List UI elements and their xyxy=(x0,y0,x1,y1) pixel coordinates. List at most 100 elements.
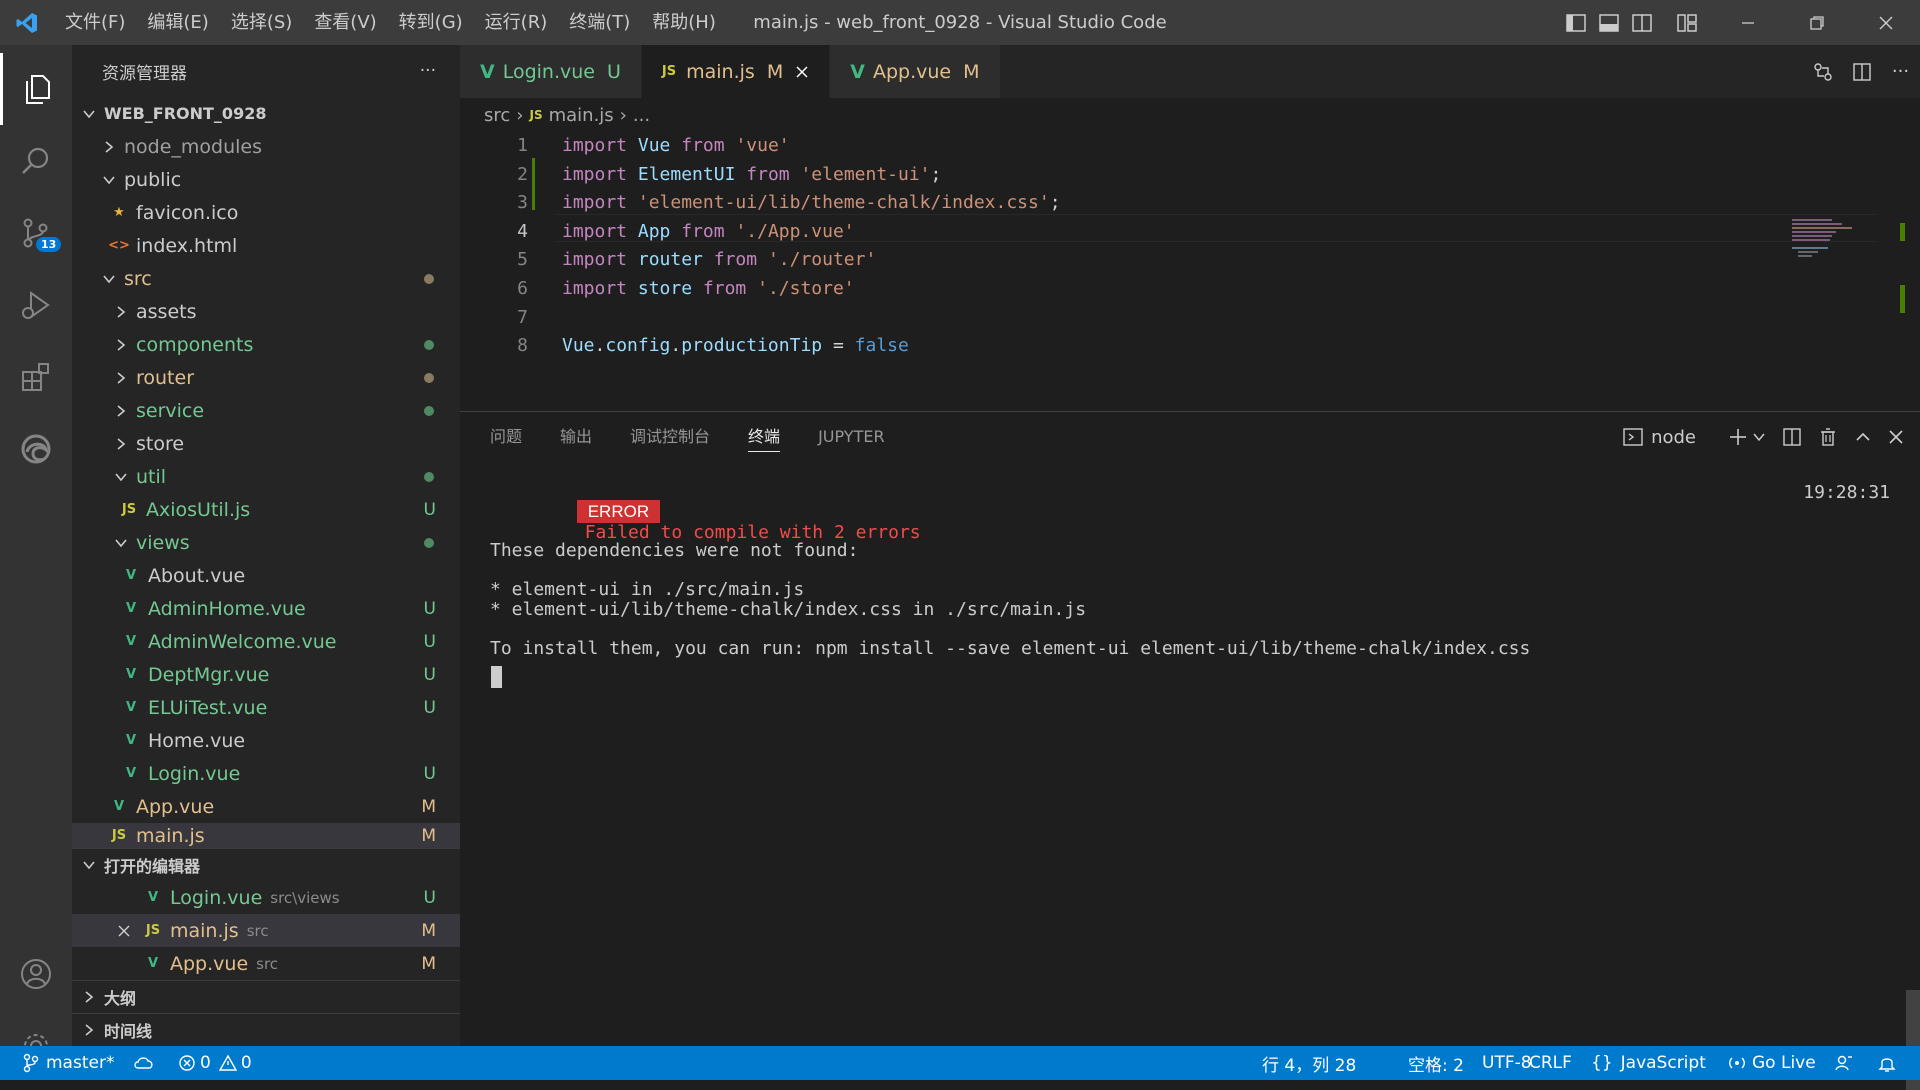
chevron-right-icon xyxy=(100,140,118,154)
toggle-sidebar-icon[interactable] xyxy=(1559,0,1592,45)
split-terminal-icon[interactable] xyxy=(1782,427,1802,447)
close-icon[interactable] xyxy=(112,924,136,938)
problems-indicator[interactable]: 0 0 xyxy=(178,1046,252,1080)
tree-file-deptmgr[interactable]: V DeptMgr.vue U xyxy=(72,658,460,691)
accounts-icon[interactable] xyxy=(1834,1046,1854,1080)
code-editor[interactable]: 1 2 3 4 5 6 7 8 import Vue from 'vue' im… xyxy=(460,130,1920,410)
go-live-button[interactable]: Go Live xyxy=(1728,1046,1816,1080)
extensions-icon[interactable] xyxy=(0,341,72,413)
tree-folder-components[interactable]: components xyxy=(72,328,460,361)
toggle-panel-icon[interactable] xyxy=(1592,0,1625,45)
tree-label: store xyxy=(136,432,185,455)
tree-file-adminwelcome[interactable]: V AdminWelcome.vue U xyxy=(72,625,460,658)
tab-terminal[interactable]: 终端 xyxy=(748,412,781,462)
encoding[interactable]: UTF-8 xyxy=(1482,1046,1532,1080)
tree-file-login[interactable]: V Login.vue U xyxy=(72,757,460,790)
menu-go[interactable]: 转到(G) xyxy=(388,0,474,45)
chevron-right-icon xyxy=(80,1023,98,1037)
code-line: Vue.config.productionTip = false xyxy=(562,335,909,356)
open-editor-login[interactable]: V Login.vue src\views U xyxy=(72,881,460,914)
open-editor-main-js[interactable]: JS main.js src M xyxy=(72,914,460,947)
menu-terminal[interactable]: 终端(T) xyxy=(558,0,641,45)
tree-file-eluitest[interactable]: V ELUiTest.vue U xyxy=(72,691,460,724)
code-line: import Vue from 'vue' xyxy=(562,135,790,156)
tree-file-about[interactable]: V About.vue xyxy=(72,559,460,592)
toggle-secondary-sidebar-icon[interactable] xyxy=(1625,0,1658,45)
braces-icon: {} xyxy=(1591,1053,1613,1073)
minimap[interactable] xyxy=(1788,215,1908,410)
tab-login-vue[interactable]: V Login.vue U xyxy=(460,45,642,98)
notifications-bell-icon[interactable] xyxy=(1878,1046,1896,1080)
open-editors-header[interactable]: 打开的编辑器 xyxy=(72,848,460,881)
tree-file-app-vue[interactable]: V App.vue M xyxy=(72,790,460,823)
source-control-icon[interactable]: 13 xyxy=(0,197,72,269)
tree-file-main-js[interactable]: JS main.js M xyxy=(72,823,460,848)
tree-folder-util[interactable]: util xyxy=(72,460,460,493)
tree-folder-service[interactable]: service xyxy=(72,394,460,427)
tab-app-vue[interactable]: V App.vue M xyxy=(830,45,1001,98)
chevron-down-icon xyxy=(80,107,98,121)
close-panel-icon[interactable] xyxy=(1888,429,1904,445)
project-root[interactable]: WEB_FRONT_0928 xyxy=(72,97,460,130)
tab-problems[interactable]: 问题 xyxy=(490,412,522,462)
tree-file-favicon[interactable]: ★ favicon.ico xyxy=(72,196,460,229)
close-window-icon[interactable] xyxy=(1851,0,1920,45)
tab-close-icon[interactable] xyxy=(795,65,809,79)
compare-changes-icon[interactable] xyxy=(1803,62,1842,82)
tree-folder-views[interactable]: views xyxy=(72,526,460,559)
tab-debug-console[interactable]: 调试控制台 xyxy=(630,412,710,462)
breadcrumb-file[interactable]: main.js xyxy=(549,105,614,126)
account-icon[interactable] xyxy=(0,938,72,1010)
new-terminal-plus-icon[interactable] xyxy=(1728,427,1766,447)
tab-jupyter[interactable]: JUPYTER xyxy=(818,412,885,462)
menu-help[interactable]: 帮助(H) xyxy=(641,0,727,45)
vscode-logo-icon[interactable] xyxy=(0,0,54,45)
split-editor-icon[interactable] xyxy=(1842,62,1881,82)
tree-file-index-html[interactable]: <> index.html xyxy=(72,229,460,262)
tab-output[interactable]: 输出 xyxy=(560,412,592,462)
cursor-position[interactable]: 行 4，列 28 xyxy=(1262,1046,1356,1080)
menu-view[interactable]: 查看(V) xyxy=(303,0,387,45)
restore-icon[interactable] xyxy=(1782,0,1851,45)
tree-folder-src[interactable]: src xyxy=(72,262,460,295)
run-debug-icon[interactable] xyxy=(0,269,72,341)
tree-folder-assets[interactable]: assets xyxy=(72,295,460,328)
terminal-selector[interactable]: node xyxy=(1623,427,1712,448)
tree-folder-store[interactable]: store xyxy=(72,427,460,460)
tree-folder-node-modules[interactable]: node_modules xyxy=(72,130,460,163)
menu-edit[interactable]: 编辑(E) xyxy=(136,0,219,45)
customize-layout-icon[interactable] xyxy=(1670,0,1703,45)
menu-file[interactable]: 文件(F) xyxy=(54,0,136,45)
html-icon: <> xyxy=(108,238,130,253)
more-actions-icon[interactable]: ··· xyxy=(1881,61,1920,82)
timeline-header[interactable]: 时间线 xyxy=(72,1013,460,1046)
tree-file-axiosutil[interactable]: JS AxiosUtil.js U xyxy=(72,493,460,526)
outline-header[interactable]: 大纲 xyxy=(72,980,460,1013)
edge-browser-icon[interactable] xyxy=(0,413,72,485)
tree-file-adminhome[interactable]: V AdminHome.vue U xyxy=(72,592,460,625)
breadcrumb-folder[interactable]: src xyxy=(484,105,510,126)
maximize-panel-icon[interactable] xyxy=(1854,428,1872,446)
tree-label: About.vue xyxy=(148,564,246,587)
trash-icon[interactable] xyxy=(1818,427,1838,447)
minimize-icon[interactable] xyxy=(1713,0,1782,45)
tab-main-js[interactable]: JS main.js M xyxy=(641,45,831,98)
menu-run[interactable]: 运行(R) xyxy=(474,0,559,45)
explorer-more-icon[interactable]: ··· xyxy=(420,61,436,81)
chevron-right-icon xyxy=(112,437,130,451)
tree-folder-router[interactable]: router xyxy=(72,361,460,394)
untracked-dot xyxy=(424,339,434,350)
indentation[interactable]: 空格: 2 xyxy=(1408,1046,1464,1080)
line-ending[interactable]: CRLF xyxy=(1529,1046,1572,1080)
vue-file-icon: V xyxy=(147,890,159,905)
sync-cloud-icon[interactable] xyxy=(133,1046,155,1080)
breadcrumb-symbol[interactable]: ... xyxy=(633,105,650,126)
branch-indicator[interactable]: master* xyxy=(22,1046,114,1080)
open-editor-app-vue[interactable]: V App.vue src M xyxy=(72,947,460,980)
language-mode[interactable]: {} JavaScript xyxy=(1591,1046,1706,1080)
explorer-icon[interactable] xyxy=(0,53,72,125)
search-icon[interactable] xyxy=(0,125,72,197)
tree-file-home[interactable]: V Home.vue xyxy=(72,724,460,757)
tree-folder-public[interactable]: public xyxy=(72,163,460,196)
menu-selection[interactable]: 选择(S) xyxy=(220,0,303,45)
